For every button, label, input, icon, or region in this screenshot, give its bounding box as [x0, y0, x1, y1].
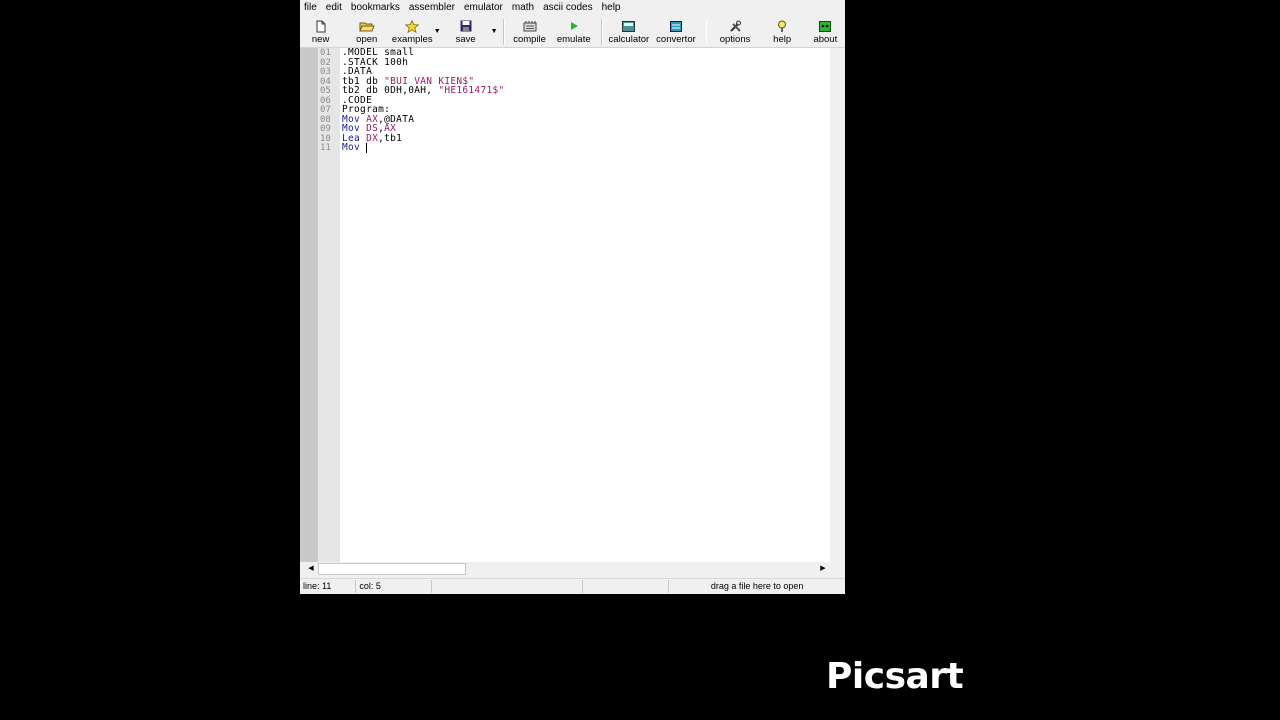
menu-math[interactable]: math: [508, 0, 539, 16]
status-col: col: 5: [356, 580, 433, 593]
line-number: 08: [320, 114, 331, 125]
compile-button[interactable]: compile: [509, 16, 550, 47]
about-button[interactable]: about: [806, 16, 845, 47]
save-label: save: [455, 34, 476, 45]
help-button[interactable]: help: [759, 16, 806, 47]
examples-dropdown-arrow-icon[interactable]: ▼: [432, 16, 442, 47]
star-icon: [405, 18, 420, 34]
menu-help[interactable]: help: [598, 0, 626, 16]
menu-bar: file edit bookmarks assembler emulator m…: [300, 0, 845, 16]
line-number: 03: [320, 67, 331, 77]
about-label: about: [813, 34, 838, 45]
scroll-right-arrow-icon[interactable]: ▶: [816, 564, 830, 572]
play-icon: [569, 18, 579, 34]
examples-label: examples: [391, 34, 433, 45]
drop-hint: drag a file here to open: [668, 580, 845, 593]
emulate-label: emulate: [556, 34, 591, 45]
save-dropdown-arrow-icon[interactable]: ▼: [489, 16, 499, 47]
emulate-button[interactable]: emulate: [550, 16, 597, 47]
about-icon: [819, 18, 832, 34]
help-icon: [777, 18, 787, 34]
line-number: 10: [320, 133, 331, 144]
help-label: help: [773, 34, 792, 45]
toolbar-separator: [601, 19, 604, 45]
code-editor[interactable]: [340, 48, 830, 562]
calculator-button[interactable]: calculator: [607, 16, 650, 47]
register: DX: [366, 132, 379, 144]
open-button[interactable]: open: [341, 16, 392, 47]
new-label: new: [311, 34, 330, 45]
horizontal-scroll-thumb[interactable]: [318, 563, 466, 575]
text-cursor: [366, 142, 368, 153]
menu-ascii-codes[interactable]: ascii codes: [539, 0, 597, 16]
toolbar: new open examples ▼ save ▼ compile emula…: [300, 16, 845, 48]
line-number: 04: [320, 76, 331, 87]
menu-bookmarks[interactable]: bookmarks: [347, 0, 405, 16]
horizontal-scrollbar[interactable]: ◀ ▶: [304, 562, 830, 576]
options-button[interactable]: options: [711, 16, 758, 47]
examples-button[interactable]: examples: [391, 16, 433, 47]
menu-emulator[interactable]: emulator: [460, 0, 508, 16]
tools-icon: [729, 18, 742, 34]
emu8086-window: file edit bookmarks assembler emulator m…: [300, 0, 845, 593]
convertor-icon: [669, 18, 682, 34]
menu-file[interactable]: file: [300, 0, 322, 16]
line-number: 02: [320, 57, 331, 68]
status-bar: line: 11 col: 5 drag a file here to open: [300, 578, 845, 594]
line-number: 06: [320, 95, 331, 106]
code-text: ,tb1: [378, 132, 403, 144]
options-label: options: [719, 34, 751, 45]
convertor-label: convertor: [656, 34, 696, 45]
convertor-button[interactable]: convertor: [650, 16, 701, 47]
line-number: 05: [320, 86, 331, 96]
compile-icon: [523, 18, 537, 34]
line-number: 07: [320, 105, 331, 115]
picsart-watermark: Picsart: [826, 656, 964, 697]
calculator-icon: [622, 18, 636, 34]
menu-edit[interactable]: edit: [322, 0, 347, 16]
scroll-left-arrow-icon[interactable]: ◀: [304, 564, 318, 572]
open-folder-icon: [358, 18, 375, 34]
new-file-icon: [316, 18, 326, 34]
save-button[interactable]: save: [442, 16, 489, 47]
compile-label: compile: [513, 34, 546, 45]
line-number: 09: [320, 124, 331, 134]
line-number: 11: [320, 143, 331, 153]
menu-assembler[interactable]: assembler: [405, 0, 460, 16]
status-empty-cell: [432, 580, 584, 593]
keyword: Mov: [342, 142, 367, 153]
calculator-label: calculator: [608, 34, 650, 45]
bookmark-margin[interactable]: [300, 48, 318, 562]
open-label: open: [356, 34, 378, 45]
status-empty-cell: [583, 580, 668, 593]
floppy-disk-icon: [460, 18, 472, 34]
string-literal: "HE161471$": [438, 85, 505, 96]
status-line: line: 11: [300, 580, 357, 593]
code-line: Mov: [342, 142, 368, 153]
new-button[interactable]: new: [300, 16, 341, 47]
toolbar-separator: [705, 19, 708, 45]
toolbar-separator: [502, 19, 505, 45]
line-number: 01: [320, 48, 331, 58]
